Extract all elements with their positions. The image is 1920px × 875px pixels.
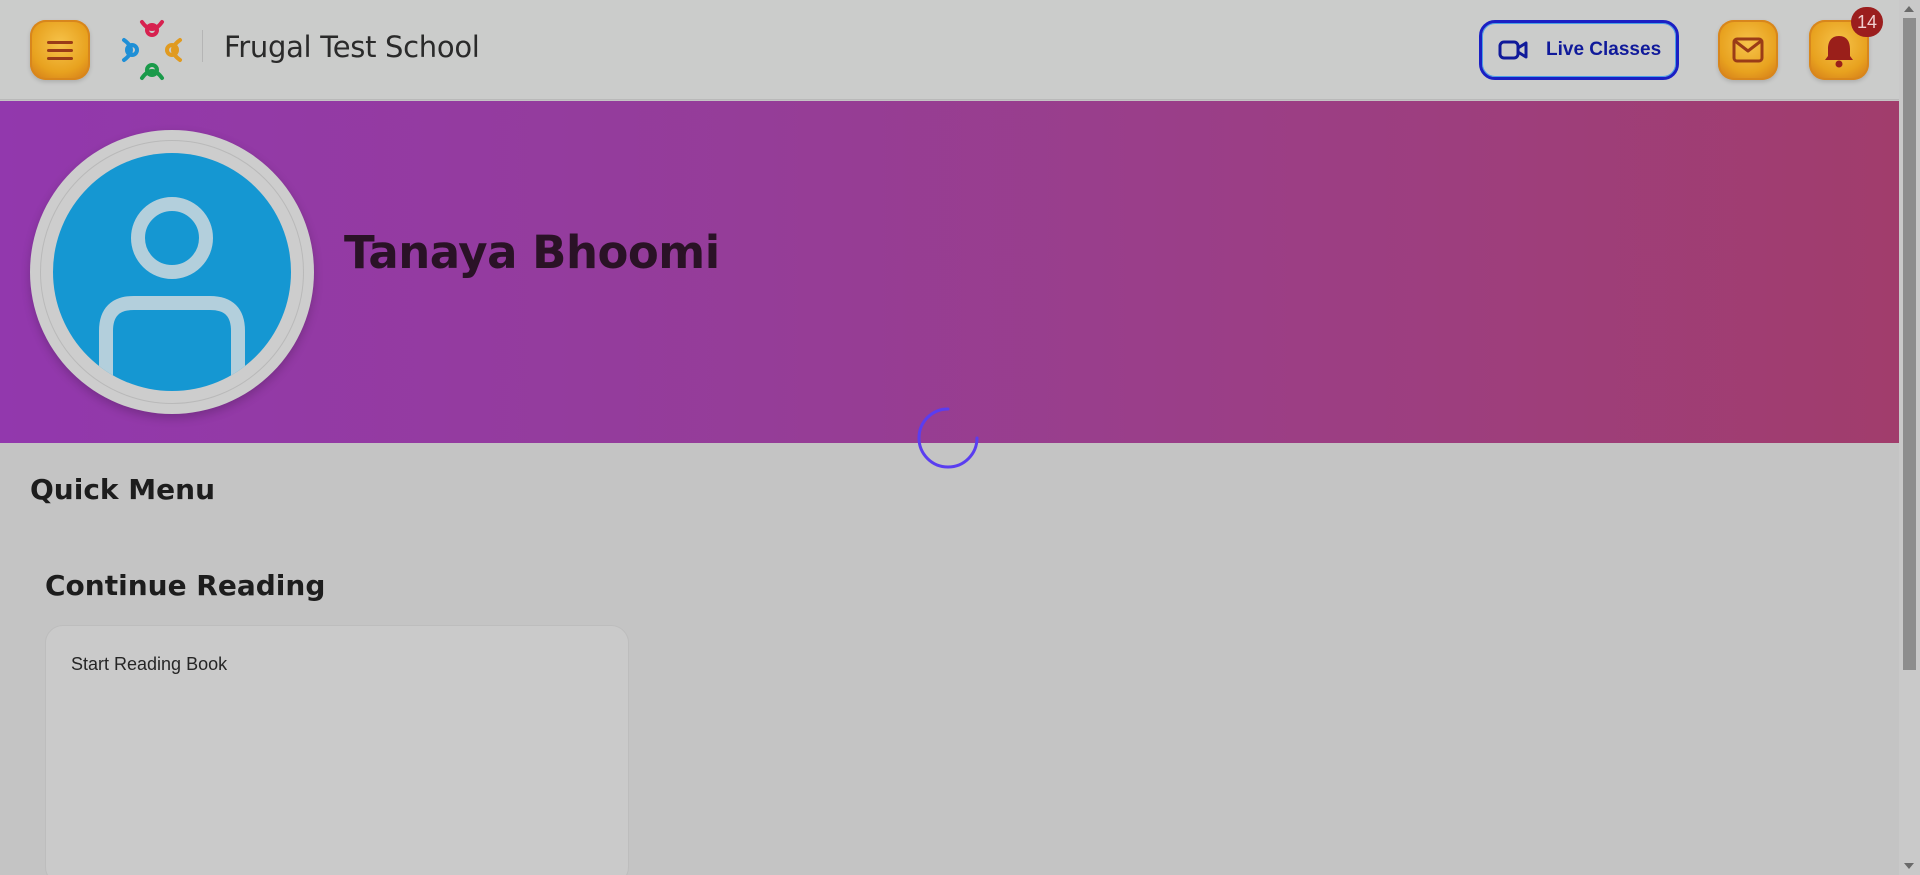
continue-reading-title: Continue Reading: [45, 569, 326, 602]
continue-reading-card[interactable]: Start Reading Book: [45, 625, 629, 875]
school-name: Frugal Test School: [224, 30, 480, 64]
hamburger-icon: [47, 39, 73, 61]
scroll-thumb[interactable]: [1903, 18, 1916, 670]
scroll-down-arrow-icon[interactable]: [1904, 863, 1914, 869]
top-header: Frugal Test School Live Classes: [0, 0, 1899, 100]
profile-name: Tanaya Bhoomi: [344, 226, 720, 279]
live-classes-label: Live Classes: [1546, 39, 1662, 60]
vertical-scrollbar[interactable]: [1899, 0, 1920, 875]
mail-icon: [1732, 37, 1764, 63]
mail-button[interactable]: [1718, 20, 1778, 80]
live-classes-button[interactable]: Live Classes: [1479, 20, 1679, 80]
start-reading-text: Start Reading Book: [71, 654, 228, 674]
menu-button[interactable]: [30, 20, 90, 80]
video-camera-icon: [1498, 40, 1528, 60]
avatar-background: [53, 153, 291, 391]
user-placeholder-icon: [99, 197, 245, 391]
quick-menu-title: Quick Menu: [30, 473, 216, 506]
school-logo[interactable]: [120, 18, 184, 82]
avatar[interactable]: [30, 130, 314, 414]
scroll-up-arrow-icon[interactable]: [1904, 6, 1914, 12]
notification-count-badge: 14: [1851, 7, 1883, 37]
loading-spinner: [917, 407, 979, 469]
header-divider: [202, 30, 203, 62]
